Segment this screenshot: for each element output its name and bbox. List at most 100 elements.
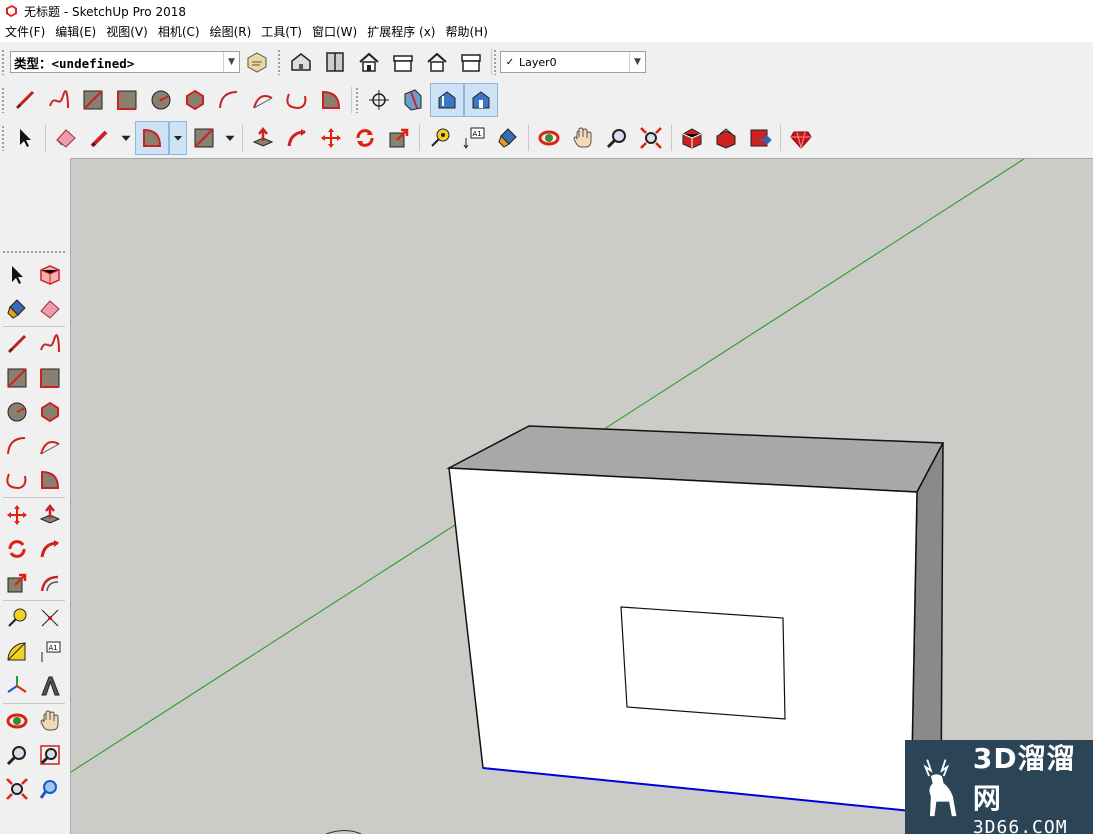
axes-button[interactable]	[0, 670, 33, 703]
top-view-button[interactable]	[318, 45, 352, 79]
chevron-down-icon[interactable]: ▼	[629, 52, 645, 72]
section-plane-button[interactable]	[362, 83, 396, 117]
layer-selector[interactable]: ✓ Layer0 ▼	[500, 51, 646, 73]
left-view-button[interactable]	[454, 45, 488, 79]
protractor-button[interactable]	[0, 636, 33, 669]
toolbar-grip[interactable]	[355, 87, 359, 113]
follow-me-button[interactable]	[280, 121, 314, 155]
paint-bucket-button[interactable]	[0, 293, 33, 326]
paint-bucket-button[interactable]	[491, 121, 525, 155]
line-button[interactable]	[0, 328, 33, 361]
3point-arc-button[interactable]	[280, 83, 314, 117]
iso-view-button[interactable]	[284, 45, 318, 79]
shape-dropdown[interactable]	[221, 121, 239, 155]
toolbar-grip[interactable]	[1, 49, 5, 75]
arc-tool-button[interactable]	[135, 121, 169, 155]
display-section-planes-button[interactable]	[430, 83, 464, 117]
right-view-button[interactable]	[386, 45, 420, 79]
pan-button[interactable]	[33, 705, 66, 738]
follow-me-button[interactable]	[33, 533, 66, 566]
pan-button[interactable]	[566, 121, 600, 155]
toolbar-grip[interactable]	[1, 87, 5, 113]
menu-file[interactable]: 文件(F)	[2, 22, 52, 42]
share-model-button[interactable]	[709, 121, 743, 155]
line-button[interactable]	[8, 83, 42, 117]
zoom-button[interactable]	[0, 739, 33, 772]
shape-tool-button[interactable]	[187, 121, 221, 155]
previous-view-button[interactable]	[33, 773, 66, 806]
ruby-console-button[interactable]	[784, 121, 818, 155]
freehand-button[interactable]	[33, 328, 66, 361]
type-selector[interactable]: 类型：<undefined> ▼	[10, 51, 240, 73]
tape-measure-button[interactable]	[423, 121, 457, 155]
menu-edit[interactable]: 编辑(E)	[52, 22, 103, 42]
zoom-button[interactable]	[600, 121, 634, 155]
sketchup-window: 无标题 - SketchUp Pro 2018 文件(F) 编辑(E) 视图(V…	[0, 0, 1093, 834]
zoom-extents-button[interactable]	[0, 773, 33, 806]
toolbar-grip[interactable]	[493, 49, 497, 75]
dimension-button[interactable]	[33, 602, 66, 635]
circle-button[interactable]	[0, 396, 33, 429]
toolbar-grip[interactable]	[2, 250, 66, 254]
menu-view[interactable]: 视图(V)	[103, 22, 155, 42]
rotate-button[interactable]	[0, 533, 33, 566]
freehand-button[interactable]	[42, 83, 76, 117]
arc-dropdown[interactable]	[169, 121, 187, 155]
select-button[interactable]	[0, 259, 33, 292]
rotate-button[interactable]	[348, 121, 382, 155]
pie-button[interactable]	[314, 83, 348, 117]
select-button[interactable]	[8, 121, 42, 155]
menu-draw[interactable]: 绘图(R)	[207, 22, 259, 42]
modeling-viewport[interactable]	[70, 158, 1093, 834]
menu-window[interactable]: 窗口(W)	[309, 22, 364, 42]
front-view-button[interactable]	[352, 45, 386, 79]
2point-arc-button[interactable]	[246, 83, 280, 117]
push-pull-button[interactable]	[246, 121, 280, 155]
toolbar-grip[interactable]	[1, 125, 5, 151]
orbit-button[interactable]	[532, 121, 566, 155]
rotated-rectangle-button[interactable]	[33, 362, 66, 395]
pencil-button[interactable]	[83, 121, 117, 155]
make-component-button[interactable]	[33, 259, 66, 292]
display-section-cuts-button[interactable]	[464, 83, 498, 117]
pie-button[interactable]	[33, 464, 66, 497]
eraser-button[interactable]	[49, 121, 83, 155]
scale-button[interactable]	[0, 567, 33, 600]
toolbar-grip[interactable]	[277, 49, 281, 75]
text-button[interactable]: A1	[33, 636, 66, 669]
orbit-button[interactable]	[0, 705, 33, 738]
rotated-rectangle-button[interactable]	[110, 83, 144, 117]
tape-measure-button[interactable]	[0, 602, 33, 635]
polygon-button[interactable]	[33, 396, 66, 429]
extension-warehouse-button[interactable]	[743, 121, 777, 155]
chevron-down-icon[interactable]: ▼	[223, 52, 239, 72]
scale-button[interactable]	[382, 121, 416, 155]
menu-help[interactable]: 帮助(H)	[442, 22, 494, 42]
rectangle-button[interactable]	[0, 362, 33, 395]
warehouse-button[interactable]	[675, 121, 709, 155]
menu-tools[interactable]: 工具(T)	[258, 22, 309, 42]
component-options-button[interactable]	[240, 45, 274, 79]
3d-text-button[interactable]	[33, 670, 66, 703]
section-fill-button[interactable]	[396, 83, 430, 117]
eraser-button[interactable]	[33, 293, 66, 326]
3point-arc-button[interactable]	[0, 464, 33, 497]
2point-arc-button[interactable]	[33, 430, 66, 463]
polygon-button[interactable]	[178, 83, 212, 117]
circle-button[interactable]	[144, 83, 178, 117]
pencil-dropdown[interactable]	[117, 121, 135, 155]
move-button[interactable]	[314, 121, 348, 155]
zoom-extents-button[interactable]	[634, 121, 668, 155]
rectangle-button[interactable]	[76, 83, 110, 117]
inner-rectangle-face[interactable]	[620, 606, 786, 720]
menu-extensions[interactable]: 扩展程序 (x)	[364, 22, 442, 42]
arc-button[interactable]	[212, 83, 246, 117]
arc-button[interactable]	[0, 430, 33, 463]
menu-camera[interactable]: 相机(C)	[155, 22, 207, 42]
move-button[interactable]	[0, 499, 33, 532]
zoom-window-button[interactable]	[33, 739, 66, 772]
back-view-button[interactable]	[420, 45, 454, 79]
push-pull-button[interactable]	[33, 499, 66, 532]
offset-button[interactable]	[33, 567, 66, 600]
text-button[interactable]: A1	[457, 121, 491, 155]
